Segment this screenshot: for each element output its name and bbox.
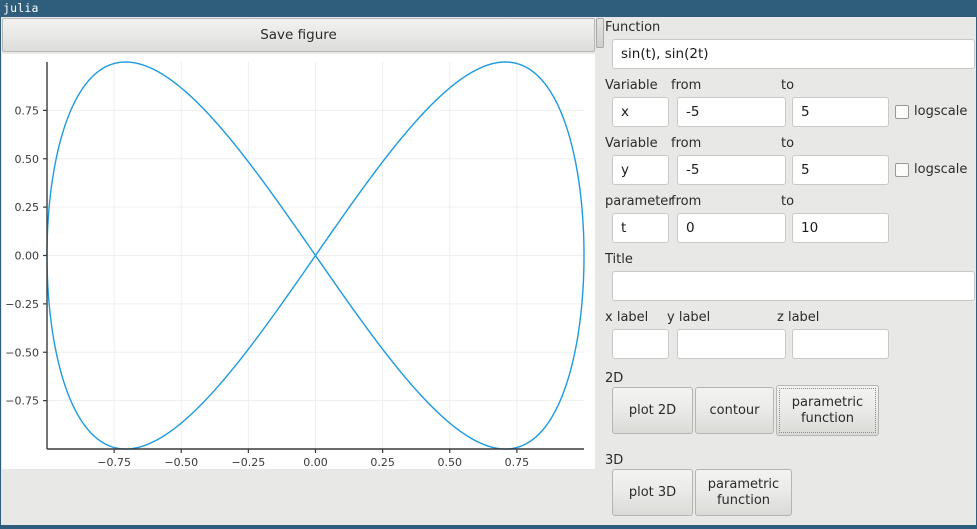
- parametric-function-3d-button[interactable]: parametric function: [695, 469, 792, 516]
- controls-scrollbar[interactable]: [596, 17, 605, 525]
- svg-text:−0.25: −0.25: [232, 456, 266, 469]
- title-input[interactable]: [612, 271, 975, 301]
- svg-text:0.00: 0.00: [303, 456, 328, 469]
- svg-text:0.00: 0.00: [15, 250, 40, 263]
- x-label-caption: x label: [605, 310, 649, 325]
- z-label-caption: z label: [777, 310, 820, 325]
- svg-text:−0.75: −0.75: [97, 456, 131, 469]
- parameter-from-label: from: [671, 194, 702, 209]
- x-label-input[interactable]: [612, 329, 669, 359]
- group-3d-label: 3D: [605, 453, 624, 468]
- save-figure-button[interactable]: Save figure: [2, 18, 595, 52]
- svg-text:0.50: 0.50: [438, 456, 463, 469]
- parameter-name-input[interactable]: [612, 213, 669, 243]
- variable-x-to-label: to: [781, 78, 795, 93]
- svg-text:−0.25: −0.25: [5, 298, 39, 311]
- function-label: Function: [605, 20, 661, 35]
- window-title: julia: [3, 1, 39, 15]
- scrollbar-thumb[interactable]: [596, 18, 604, 48]
- variable-x-from-input[interactable]: [677, 97, 786, 127]
- variable-y-label: Variable: [605, 136, 658, 151]
- group-2d-label: 2D: [605, 371, 624, 386]
- parameter-to-label: to: [781, 194, 795, 209]
- variable-y-logscale-label: logscale: [914, 162, 968, 177]
- svg-text:−0.75: −0.75: [5, 395, 39, 408]
- variable-y-to-label: to: [781, 136, 795, 151]
- function-input[interactable]: [612, 39, 975, 69]
- variable-x-name-input[interactable]: [612, 97, 669, 127]
- variable-x-to-input[interactable]: [792, 97, 889, 127]
- variable-y-from-input[interactable]: [677, 155, 786, 185]
- variable-y-name-input[interactable]: [612, 155, 669, 185]
- parameter-to-input[interactable]: [792, 213, 889, 243]
- y-label-caption: y label: [667, 310, 711, 325]
- variable-x-label: Variable: [605, 78, 658, 93]
- svg-text:0.25: 0.25: [370, 456, 395, 469]
- svg-text:0.50: 0.50: [15, 153, 40, 166]
- variable-x-logscale-label: logscale: [914, 104, 968, 119]
- variable-x-logscale-checkbox[interactable]: logscale: [895, 104, 967, 120]
- variable-y-logscale-checkbox[interactable]: logscale: [895, 162, 967, 178]
- svg-text:0.75: 0.75: [505, 456, 530, 469]
- variable-x-from-label: from: [671, 78, 702, 93]
- z-label-input[interactable]: [792, 329, 889, 359]
- lissajous-plot: −0.75 −0.50 −0.25 0.00 0.25 0.50 0.75 0.75 0.50 0…: [5, 61, 585, 469]
- variable-y-from-label: from: [671, 136, 702, 151]
- checkbox-box-x-logscale[interactable]: [895, 105, 909, 119]
- svg-text:0.25: 0.25: [15, 201, 40, 214]
- parameter-label: parameter: [605, 194, 674, 209]
- y-label-input[interactable]: [677, 329, 786, 359]
- application-window: julia Save figure −0.75 −0.50 −0.25 0.00 0.2…: [0, 0, 977, 529]
- parameter-from-input[interactable]: [677, 213, 786, 243]
- variable-y-to-input[interactable]: [792, 155, 889, 185]
- figure-bottom-filler: [1, 469, 596, 525]
- window-titlebar: julia: [0, 0, 977, 17]
- checkbox-box-y-logscale[interactable]: [895, 163, 909, 177]
- figure-panel: Save figure −0.75 −0.50 −0.25 0.00 0.25 0.50 0…: [1, 17, 596, 525]
- plot-2d-button[interactable]: plot 2D: [612, 387, 693, 434]
- parametric-function-2d-button[interactable]: parametric function: [776, 385, 879, 436]
- svg-text:−0.50: −0.50: [5, 346, 39, 359]
- plot-3d-button[interactable]: plot 3D: [612, 469, 693, 516]
- svg-text:0.75: 0.75: [15, 104, 40, 117]
- controls-panel: Function Variable from to logscale Varia…: [605, 17, 976, 525]
- contour-button[interactable]: contour: [695, 387, 774, 434]
- title-field-label: Title: [605, 252, 633, 267]
- window-body: Save figure −0.75 −0.50 −0.25 0.00 0.25 0.50 0…: [1, 17, 976, 525]
- svg-text:−0.50: −0.50: [164, 456, 198, 469]
- plot-canvas: −0.75 −0.50 −0.25 0.00 0.25 0.50 0.75 0.75 0.50 0…: [2, 54, 595, 469]
